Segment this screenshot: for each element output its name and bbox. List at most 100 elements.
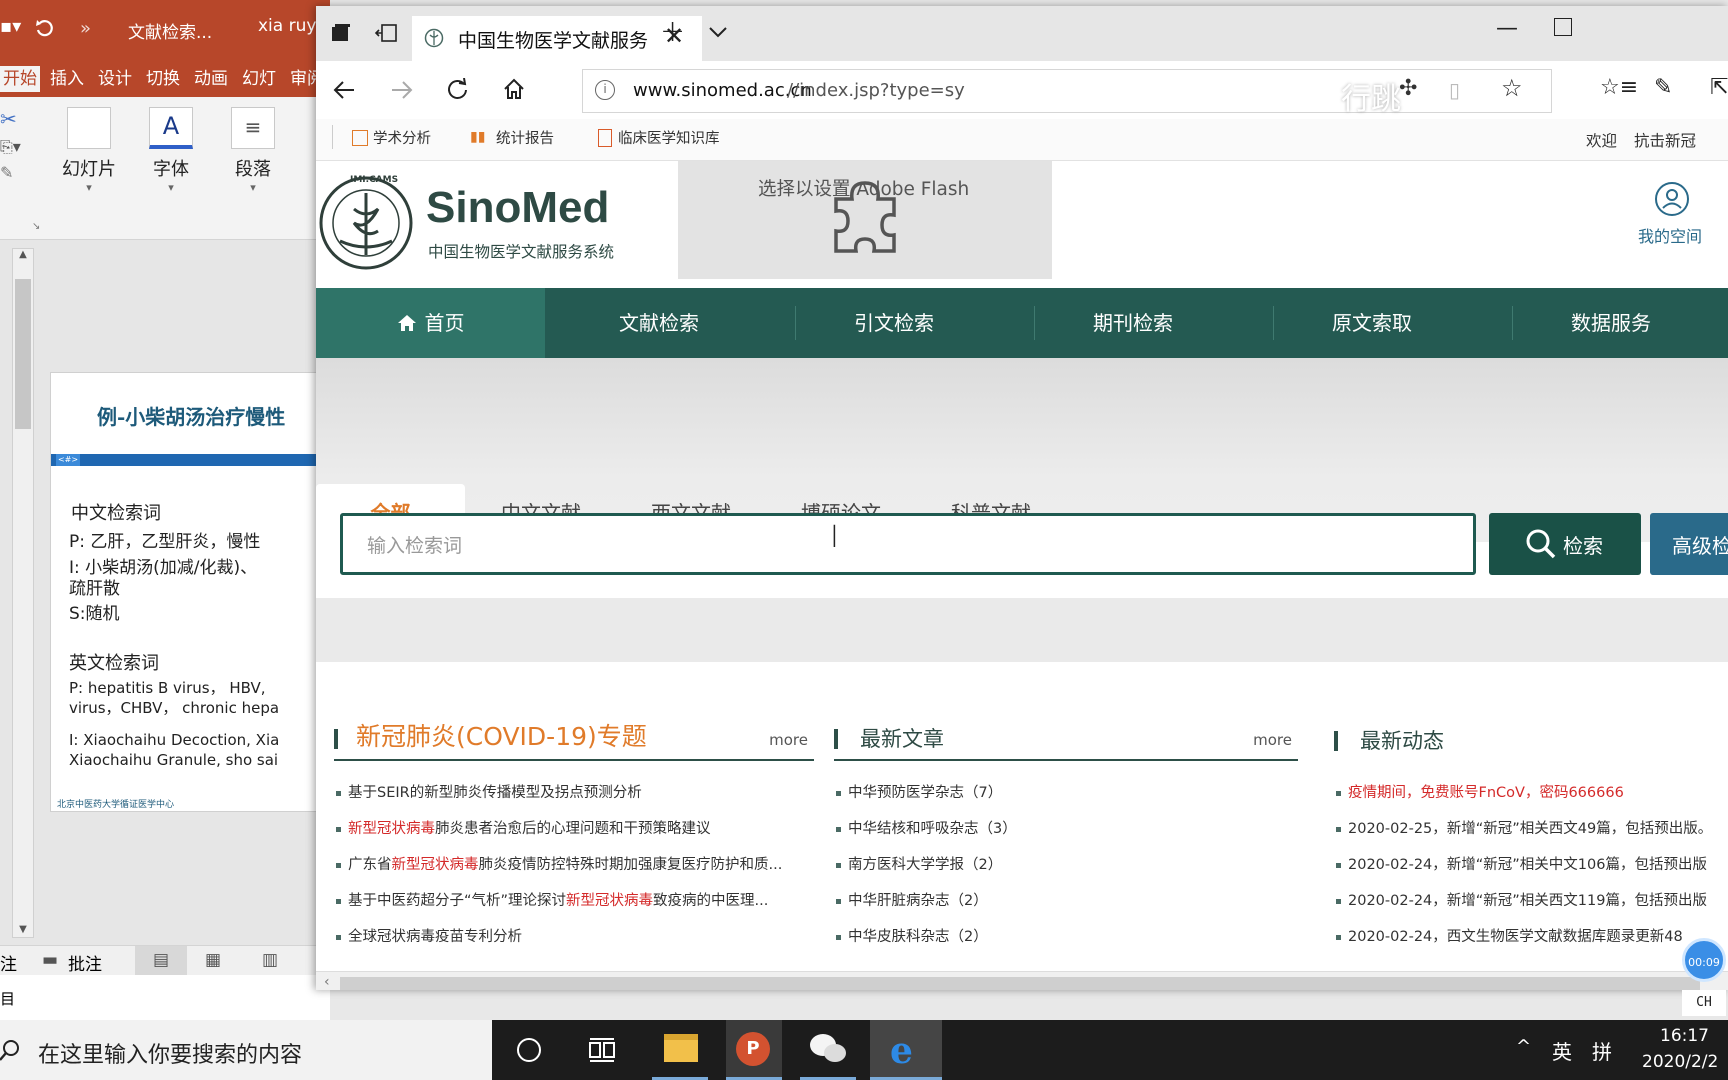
horizontal-scrollbar[interactable]: ‹: [316, 971, 1728, 990]
list-item[interactable]: 中华肝脏病杂志（2）: [834, 883, 1298, 919]
clock-time[interactable]: 16:17: [1660, 1026, 1709, 1046]
list-item[interactable]: 2020-02-25，新增“新冠”相关西文49篇，包括预出版。: [1334, 811, 1728, 847]
ribbon-slides-group[interactable]: 幻灯片 ▾: [54, 107, 124, 194]
pen-notes-icon[interactable]: ✎: [1654, 75, 1672, 100]
slide-canvas[interactable]: 例-小柴胡汤治疗慢性 <#> 中文检索词 P: 乙肝，乙型肝炎，慢性 I: 小柴…: [50, 372, 330, 812]
ppt-tab-animations[interactable]: 动画: [191, 66, 231, 92]
nav-fulltext-request[interactable]: 原文索取: [1274, 288, 1470, 358]
copy-icon[interactable]: ⎘▾: [0, 137, 21, 157]
advanced-search-button[interactable]: 高级检: [1650, 513, 1728, 575]
welcome-link[interactable]: 欢迎: [1586, 129, 1617, 151]
taskbar-ime-mode[interactable]: 拼: [1592, 1036, 1612, 1065]
comment-icon[interactable]: ▬: [42, 950, 58, 970]
nav-citation-search[interactable]: 引文检索: [796, 288, 992, 358]
slide-sorter-icon[interactable]: ▦: [205, 950, 221, 970]
slide-pane-scrollbar[interactable]: ▲ ▼: [12, 248, 34, 938]
home-icon[interactable]: [502, 77, 526, 101]
favorite-star-icon[interactable]: ☆: [1501, 74, 1523, 102]
quick-access-more[interactable]: »: [80, 18, 91, 39]
dialog-launcher-icon[interactable]: ↘: [32, 221, 40, 232]
cortana-button[interactable]: [502, 1020, 558, 1080]
list-item[interactable]: 南方医科大学学报（2）: [834, 847, 1298, 883]
ribbon-paragraph-group[interactable]: ≡ 段落 ▾: [218, 107, 288, 194]
format-painter-icon[interactable]: ✎: [0, 163, 13, 182]
nav-literature-search[interactable]: 文献检索: [545, 288, 773, 358]
ppt-tab-home[interactable]: 开始: [0, 66, 40, 92]
ppt-tab-design[interactable]: 设计: [95, 66, 135, 92]
chevron-down-icon[interactable]: [708, 26, 728, 38]
tabs-aside-icon[interactable]: [374, 22, 398, 44]
user-name[interactable]: xia ruy: [258, 16, 316, 36]
scrollbar-thumb[interactable]: [340, 977, 1700, 990]
reading-view-icon[interactable]: ▥: [262, 950, 278, 970]
list-item[interactable]: 广东省新型冠状病毒肺炎疫情防控特殊时期加强康复医疗防护和质...: [334, 847, 814, 883]
fav-clinical-knowledge[interactable]: 临床医学知识库: [618, 127, 720, 148]
back-icon[interactable]: [332, 79, 356, 101]
flash-placeholder[interactable]: 选择以设置 Adobe Flash: [678, 161, 1052, 279]
url-field[interactable]: i www.sinomed.ac.cn //index.jsp?type=sy …: [582, 69, 1552, 117]
ppt-tab-insert[interactable]: 插入: [47, 66, 87, 92]
tab-set-aside-icon[interactable]: [330, 22, 352, 44]
ppt-tab-transitions[interactable]: 切换: [143, 66, 183, 92]
nav-home[interactable]: 首页: [316, 288, 545, 358]
logo-name[interactable]: SinoMed: [426, 183, 609, 233]
list-item[interactable]: 中华结核和呼吸杂志（3）: [834, 811, 1298, 847]
new-tab-icon[interactable]: +: [660, 14, 685, 49]
anti-covid-link[interactable]: 抗击新冠: [1634, 129, 1696, 151]
more-link[interactable]: more: [1253, 731, 1292, 749]
ime-indicator[interactable]: CH: [1682, 990, 1726, 1016]
maximize-icon[interactable]: [1554, 18, 1572, 36]
list-item[interactable]: 中华皮肤科杂志（2）: [834, 919, 1298, 955]
nav-data-services[interactable]: 数据服务: [1513, 288, 1709, 358]
notes-button[interactable]: 注: [0, 950, 17, 975]
analysis-icon: [352, 130, 368, 146]
ribbon-font-group[interactable]: A 字体 ▾: [136, 107, 206, 194]
undo-icon[interactable]: [34, 18, 56, 40]
show-hidden-icons-icon[interactable]: ^: [1516, 1036, 1531, 1057]
nav-journal-search[interactable]: 期刊检索: [1035, 288, 1231, 358]
extension-puzzle-icon[interactable]: ✣: [1399, 76, 1417, 101]
recording-timer[interactable]: 00:09: [1682, 938, 1726, 982]
fav-statistics-report[interactable]: 统计报告: [496, 127, 554, 148]
minimize-icon[interactable]: —: [1496, 16, 1518, 41]
scroll-left-icon[interactable]: ‹: [324, 974, 330, 990]
task-view-button[interactable]: [574, 1020, 630, 1080]
share-icon[interactable]: ⇱: [1710, 75, 1728, 100]
list-item[interactable]: 疫情期间，免费账号FnCoV，密码666666: [1334, 775, 1728, 811]
taskbar-language[interactable]: 英: [1552, 1036, 1572, 1065]
ppt-tab-slideshow[interactable]: 幻灯: [239, 66, 279, 92]
my-space-link[interactable]: 我的空间: [1638, 223, 1702, 247]
clock-date[interactable]: 2020/2/2: [1642, 1052, 1718, 1072]
taskbar-search-box[interactable]: 在这里输入你要搜索的内容: [0, 1020, 492, 1080]
list-item[interactable]: 新型冠状病毒肺炎患者治愈后的心理问题和干预策略建议: [334, 811, 814, 847]
list-item[interactable]: 中华预防医学杂志（7）: [834, 775, 1298, 811]
scrollbar-thumb[interactable]: [15, 279, 31, 429]
cut-icon[interactable]: ✂: [0, 107, 17, 131]
search-input[interactable]: 输入检索词 I: [340, 513, 1476, 575]
site-info-icon[interactable]: i: [595, 80, 615, 100]
list-item[interactable]: 2020-02-24，新增“新冠”相关西文119篇，包括预出版: [1334, 883, 1728, 919]
save-icon[interactable]: ▪▾: [0, 16, 21, 37]
favorites-hub-icon[interactable]: ☆≡: [1600, 75, 1638, 100]
taskbar-wechat[interactable]: [800, 1020, 856, 1080]
list-item[interactable]: 2020-02-24，新增“新冠”相关中文106篇，包括预出版: [1334, 847, 1728, 883]
taskbar-edge[interactable]: e: [870, 1020, 942, 1080]
comments-button[interactable]: 批注: [68, 950, 102, 975]
list-item[interactable]: 基于SEIR的新型肺炎传播模型及拐点预测分析: [334, 775, 814, 811]
list-item[interactable]: 基于中医药超分子“气析”理论探讨新型冠状病毒致疫病的中医理...: [334, 883, 814, 919]
taskbar-file-explorer[interactable]: [652, 1020, 708, 1080]
user-avatar-icon[interactable]: [1654, 181, 1690, 217]
forward-icon[interactable]: [390, 79, 414, 101]
font-icon: A: [149, 107, 193, 149]
search-button[interactable]: 检索: [1489, 513, 1641, 575]
fav-academic-analysis[interactable]: 学术分析: [373, 127, 431, 148]
sinomed-seal-logo[interactable]: [318, 175, 414, 271]
taskbar-powerpoint[interactable]: P: [726, 1020, 782, 1080]
more-link[interactable]: more: [769, 731, 808, 749]
refresh-icon[interactable]: [446, 78, 470, 102]
normal-view-icon[interactable]: ▤: [135, 946, 187, 976]
browser-tab-active[interactable]: 中国生物医学文献服务系 ✕: [412, 16, 702, 61]
slide-footer: 北京中医药大学循证医学中心: [57, 800, 175, 810]
list-item[interactable]: 2020-02-24，西文生物医学文献数据库题录更新48: [1334, 919, 1728, 955]
list-item[interactable]: 全球冠状病毒疫苗专利分析: [334, 919, 814, 955]
